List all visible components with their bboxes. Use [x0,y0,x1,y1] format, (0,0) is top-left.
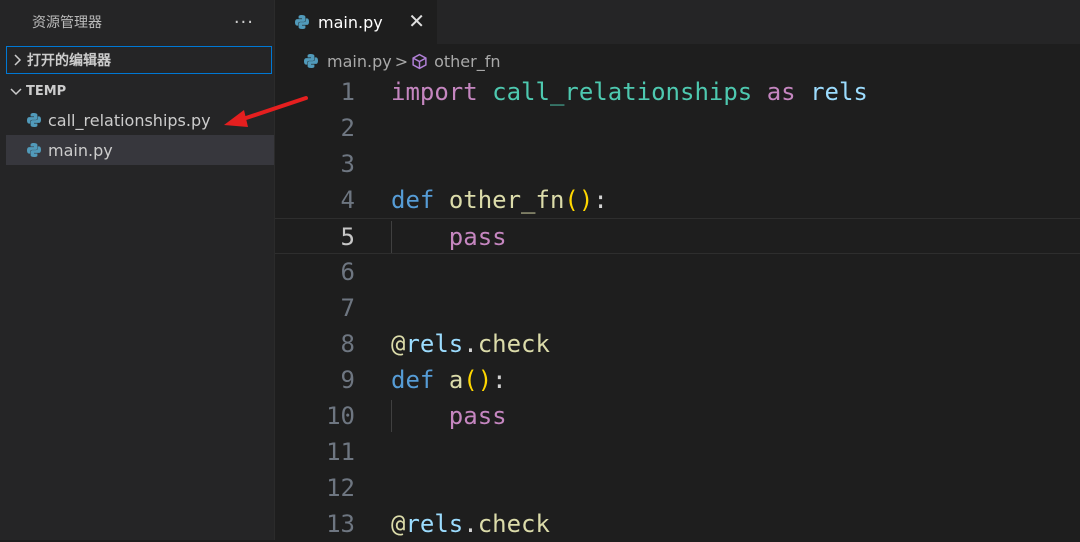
code-text: pass [391,398,507,434]
explorer-sidebar: 资源管理器 ··· 打开的编辑器 TEMP call_relationships… [0,0,275,540]
folder-label: TEMP [26,83,67,99]
code-token: other_fn [448,186,565,214]
line-number: 5 [340,223,355,251]
line-number: 9 [340,366,355,394]
line-number: 8 [340,330,355,358]
python-icon [27,113,41,127]
code-token: def [391,186,435,214]
tab-label: main.py [318,12,383,32]
code-token: check [477,510,550,538]
code-token: pass [448,402,507,430]
code-token: ( [463,366,478,394]
breadcrumb: main.py > other_fn [300,48,501,74]
explorer-header: 资源管理器 ··· [0,0,274,44]
code-token: def [391,366,435,394]
code-line[interactable]: 13 @rels.check [275,506,1080,542]
code-token: ) [477,366,493,394]
code-token: @ [391,330,406,358]
code-token: ( [564,186,579,214]
line-number: 7 [340,294,355,322]
code-token: import [391,78,478,106]
code-token: pass [448,223,507,251]
file-label: main.py [48,140,113,160]
code-line[interactable]: 1 import call_relationships as rels [275,74,1080,110]
code-text: def other_fn(): [391,182,608,218]
line-number: 12 [326,474,355,502]
code-token: rels [405,330,464,358]
breadcrumb-file[interactable]: main.py [327,52,392,71]
breadcrumb-separator: > [394,51,409,71]
code-line[interactable]: 8 @rels.check [275,326,1080,362]
code-token: a [448,366,464,394]
open-editors-label: 打开的编辑器 [27,53,111,69]
code-text: pass [391,219,507,255]
open-editors-section[interactable]: 打开的编辑器 [6,46,272,74]
line-number: 3 [340,150,355,178]
code-line[interactable]: 11 [275,434,1080,470]
line-number: 10 [326,402,355,430]
code-token: check [477,330,550,358]
code-token: . [463,510,478,538]
python-icon [304,54,318,68]
line-number: 13 [326,510,355,538]
code-line[interactable]: 10 pass [275,398,1080,434]
close-icon[interactable]: ✕ [408,11,425,31]
code-line[interactable]: 9 def a(): [275,362,1080,398]
line-number: 4 [340,186,355,214]
symbol-method-icon [412,53,427,69]
line-number: 11 [326,438,355,466]
code-line[interactable]: 5 pass [275,218,1080,254]
code-token: : [593,186,608,214]
code-token: : [492,366,507,394]
code-token: . [463,330,478,358]
python-icon [295,15,309,29]
code-token: ) [578,186,594,214]
code-text: @rels.check [391,326,550,362]
code-line[interactable]: 7 [275,290,1080,326]
code-token: rels [810,78,868,106]
tab-bar: main.py ✕ [275,0,1080,44]
chevron-right-icon [7,54,27,66]
code-token: rels [405,510,464,538]
file-main-py[interactable]: main.py [6,135,274,165]
explorer-title: 资源管理器 [32,15,102,31]
line-number: 6 [340,258,355,286]
code-text: @rels.check [391,506,550,542]
breadcrumb-symbol[interactable]: other_fn [434,52,500,71]
file-label: call_relationships.py [48,110,211,130]
chevron-down-icon [6,86,26,96]
code-text: def a(): [391,362,507,398]
code-token: @ [391,510,406,538]
code-line[interactable]: 2 [275,110,1080,146]
code-token: as [766,78,796,106]
code-line[interactable]: 12 [275,470,1080,506]
annotation-arrow [224,96,308,127]
tab-main-py[interactable]: main.py ✕ [275,0,437,44]
python-icon [27,143,41,157]
code-token: call_relationships [492,78,753,106]
code-line[interactable]: 4 def other_fn(): [275,182,1080,218]
code-line[interactable]: 6 [275,254,1080,290]
more-actions-icon[interactable]: ··· [234,12,254,33]
code-editor[interactable]: 1 import call_relationships as rels 2 3 4 def… [275,74,1080,540]
code-line[interactable]: 3 [275,146,1080,182]
code-text: import call_relationships as rels [391,74,868,110]
